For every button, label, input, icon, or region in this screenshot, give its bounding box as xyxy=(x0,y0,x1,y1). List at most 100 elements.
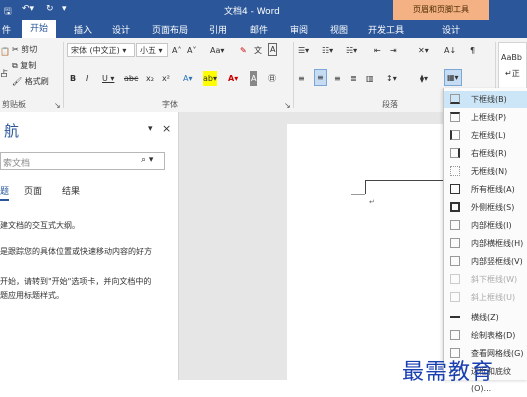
numbering-icon[interactable]: ☷▾ xyxy=(322,43,333,58)
menu-item-top-border[interactable]: 上框线(P) xyxy=(444,109,527,126)
brush-icon: 🖌 xyxy=(12,77,23,86)
menu-item-bottom-border[interactable]: 下框线(B) xyxy=(444,91,527,108)
style-name: ↵正 xyxy=(505,69,520,78)
close-pane-icon[interactable]: × xyxy=(162,122,171,135)
draw-table-icon xyxy=(450,330,460,340)
tab-mailings[interactable]: 邮件 xyxy=(250,23,268,36)
increase-indent-icon[interactable]: ⇥ xyxy=(390,43,397,58)
tab-references[interactable]: 引用 xyxy=(209,23,227,36)
watermark-logo: 最需教育 xyxy=(402,360,495,385)
change-case-icon[interactable]: Aa▾ xyxy=(210,43,224,58)
show-marks-icon[interactable]: ¶ xyxy=(470,43,475,58)
subscript-button[interactable]: x₂ xyxy=(146,71,154,86)
menu-item-left-border[interactable]: 左框线(L) xyxy=(444,127,527,144)
right-border-icon xyxy=(450,148,460,158)
font-name-select[interactable]: 宋体 (中文正) ▾ xyxy=(67,43,135,57)
style-gallery-item[interactable]: AaBb ↵正 xyxy=(498,42,527,94)
navigation-pane: 航 ▾ × 索文档 ⌕ ▾ 题 页面 结果 建文档的交互式大纲。 是跟踪您的具体… xyxy=(0,112,179,380)
highlight-icon[interactable]: ab▾ xyxy=(203,71,217,86)
context-group-label: 页眉和页脚工具 xyxy=(393,0,489,20)
tab-design[interactable]: 设计 xyxy=(112,23,130,36)
strikethrough-button[interactable]: abc xyxy=(124,71,138,86)
font-color-icon[interactable]: A▾ xyxy=(228,71,238,86)
menu-item-right-border[interactable]: 右框线(R) xyxy=(444,145,527,162)
menu-item-horizontal-line[interactable]: 横线(Z) xyxy=(444,309,527,326)
tab-developer[interactable]: 开发工具 xyxy=(368,23,404,36)
enclose-characters-icon[interactable]: ㊐ xyxy=(268,71,276,86)
diagonal-up-border-icon xyxy=(450,292,460,302)
tab-insert[interactable]: 插入 xyxy=(74,23,92,36)
phonetic-guide-icon[interactable]: 文 xyxy=(254,43,262,58)
bullets-icon[interactable]: ☰▾ xyxy=(298,43,309,58)
text-effects-icon[interactable]: A▾ xyxy=(183,71,193,86)
tab-header-footer-design[interactable]: 设计 xyxy=(442,23,460,36)
cut-button[interactable]: ✂ 剪切 xyxy=(12,42,37,57)
italic-button[interactable]: I xyxy=(86,71,88,86)
character-border-icon[interactable]: A xyxy=(268,43,278,56)
menu-item-outside-borders[interactable]: 外侧框线(S) xyxy=(444,199,527,216)
save-icon[interactable]: 🖫 xyxy=(4,4,12,20)
superscript-button[interactable]: x² xyxy=(162,71,170,86)
margin-corner-horizontal xyxy=(351,194,365,195)
tab-review[interactable]: 审阅 xyxy=(290,23,308,36)
chinese-layout-icon[interactable]: ✕▾ xyxy=(418,43,429,58)
bold-button[interactable]: B xyxy=(70,71,76,86)
tab-headings[interactable]: 题 xyxy=(0,184,10,201)
font-group-label: 字体 xyxy=(162,100,178,109)
sort-icon[interactable]: A↓ xyxy=(444,43,456,58)
grow-font-icon[interactable]: A˄ xyxy=(172,43,181,58)
undo-icon[interactable]: ↶▾ xyxy=(22,4,34,14)
clear-formatting-icon[interactable]: ✎ xyxy=(240,43,247,58)
multilevel-list-icon[interactable]: ☵▾ xyxy=(346,43,357,58)
tab-pages[interactable]: 页面 xyxy=(24,184,42,197)
paragraph-mark: ↵ xyxy=(369,198,375,206)
menu-item-diagonal-up-border: 斜上框线(U) xyxy=(444,289,527,306)
align-left-icon[interactable]: ≡ xyxy=(298,71,305,86)
paste-button[interactable]: 📋 xyxy=(0,44,10,59)
margin-corner-vertical xyxy=(365,180,366,194)
copy-button[interactable]: ⧉ 复制 xyxy=(12,58,36,73)
menu-item-inside-horizontal-border[interactable]: 内部横框线(H) xyxy=(444,235,527,252)
copy-label: 复制 xyxy=(20,61,37,70)
search-input[interactable]: 索文档 ⌕ ▾ xyxy=(0,152,165,170)
tab-page-layout[interactable]: 页面布局 xyxy=(152,23,188,36)
font-size-value: 小五 xyxy=(140,46,156,55)
clipboard-launcher-icon[interactable]: ↘ xyxy=(54,101,61,110)
align-center-icon[interactable]: ≡ xyxy=(314,69,327,86)
tab-home[interactable]: 开始 xyxy=(22,20,57,38)
all-borders-icon xyxy=(450,184,460,194)
tab-results[interactable]: 结果 xyxy=(62,184,80,197)
decrease-indent-icon[interactable]: ⇤ xyxy=(374,43,381,58)
line-spacing-icon[interactable]: ↕▾ xyxy=(386,71,397,86)
left-border-icon xyxy=(450,130,460,140)
inside-borders-icon xyxy=(450,220,460,230)
menu-item-no-border[interactable]: 无框线(N) xyxy=(444,163,527,180)
menu-item-all-borders[interactable]: 所有框线(A) xyxy=(444,181,527,198)
tab-file[interactable]: 件 xyxy=(2,23,11,36)
inside-vertical-border-icon xyxy=(450,256,460,266)
justify-icon[interactable]: ≣ xyxy=(350,71,357,86)
inside-horizontal-border-icon xyxy=(450,238,460,248)
search-icon[interactable]: ⌕ ▾ xyxy=(141,155,153,165)
distributed-icon[interactable]: ▥ xyxy=(366,71,374,86)
divider xyxy=(293,42,294,108)
horizontal-line-icon xyxy=(450,316,460,326)
align-right-icon[interactable]: ≡ xyxy=(334,71,341,86)
character-shading-icon[interactable]: A xyxy=(250,71,258,86)
shading-icon[interactable]: ⧫▾ xyxy=(420,71,428,86)
menu-item-draw-table[interactable]: 绘制表格(D) xyxy=(444,327,527,344)
menu-item-inside-borders[interactable]: 内部框线(I) xyxy=(444,217,527,234)
redo-icon[interactable]: ↻ xyxy=(46,4,54,14)
underline-button[interactable]: U ▾ xyxy=(102,71,114,86)
search-placeholder: 索文档 xyxy=(3,159,31,169)
font-size-select[interactable]: 小五 ▾ xyxy=(136,43,168,57)
font-launcher-icon[interactable]: ↘ xyxy=(284,101,291,110)
borders-button[interactable]: ▦▾ xyxy=(444,69,462,86)
tab-view[interactable]: 视图 xyxy=(330,23,348,36)
shrink-font-icon[interactable]: A˅ xyxy=(187,43,196,58)
menu-item-inside-vertical-border[interactable]: 内部竖框线(V) xyxy=(444,253,527,270)
pane-options-icon[interactable]: ▾ xyxy=(148,124,153,134)
qat-customize-icon[interactable]: ▾ xyxy=(62,4,67,14)
format-painter-button[interactable]: 🖌 格式刷 xyxy=(12,74,49,89)
nav-help-text-1: 建文档的交互式大纲。 xyxy=(0,221,80,230)
